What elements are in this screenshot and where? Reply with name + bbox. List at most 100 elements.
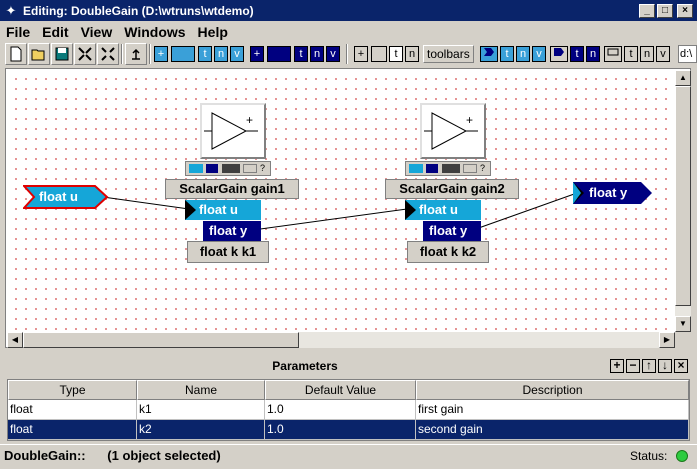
cell-default[interactable]: 1.0 xyxy=(265,420,416,440)
up-icon[interactable] xyxy=(125,43,147,65)
output-v-button[interactable]: v xyxy=(326,46,340,62)
gain2-out-port-label: float y xyxy=(429,223,468,238)
close-parameters-button[interactable]: × xyxy=(674,359,688,373)
blue-t-button[interactable]: t xyxy=(500,46,514,62)
status-message: DoubleGain:: (1 object selected) xyxy=(4,448,221,463)
title-bar: ✦ Editing: DoubleGain (D:\wtruns\wtdemo)… xyxy=(0,0,697,21)
add-output-button[interactable]: + xyxy=(250,46,264,62)
new-icon[interactable] xyxy=(5,43,27,65)
navy-port-icon[interactable] xyxy=(550,46,568,62)
wt-icon[interactable]: ✦ xyxy=(3,3,19,19)
column-header-name[interactable]: Name xyxy=(137,380,265,400)
gain1-out-port[interactable]: float y xyxy=(203,221,261,241)
gain1-in-port[interactable]: float u xyxy=(185,200,261,220)
cell-description[interactable]: second gain xyxy=(416,420,689,440)
horizontal-scroll-thumb[interactable] xyxy=(23,332,299,348)
gain2-out-port[interactable]: float y xyxy=(423,221,481,241)
grey-t-button[interactable]: t xyxy=(624,46,638,62)
add-param-button[interactable]: + xyxy=(354,46,368,62)
gain1-icon[interactable]: + xyxy=(200,103,266,159)
vertical-scrollbar[interactable]: ▲ ▼ xyxy=(675,70,691,332)
status-label: Status: xyxy=(630,449,668,463)
blue-port-icon[interactable] xyxy=(480,46,498,62)
scrollbar-corner xyxy=(675,332,691,348)
gain1-port-bar[interactable]: ? xyxy=(185,161,271,176)
maximize-button[interactable]: □ xyxy=(657,3,673,18)
gain1-out-port-label: float y xyxy=(209,223,248,238)
param-n-button[interactable]: n xyxy=(405,46,419,62)
scroll-right-icon[interactable]: ▶ xyxy=(659,332,675,348)
gain2-help-icon[interactable]: ? xyxy=(480,162,485,175)
wire-gain1-to-gain2[interactable] xyxy=(252,208,408,231)
window-title: Editing: DoubleGain (D:\wtruns\wtdemo) xyxy=(23,3,254,18)
gain-triangle-icon xyxy=(204,112,258,150)
save-icon[interactable] xyxy=(51,43,73,65)
add-input-button[interactable]: + xyxy=(154,46,168,62)
gain2-name[interactable]: ScalarGain gain2 xyxy=(385,179,519,199)
grey-v-button[interactable]: v xyxy=(656,46,670,62)
param-icon[interactable] xyxy=(371,46,387,62)
output-port-icon[interactable] xyxy=(267,46,291,62)
gain2-port-bar[interactable]: ? xyxy=(405,161,491,176)
gain2-param[interactable]: float k k2 xyxy=(407,241,489,263)
grey-port-icon[interactable] xyxy=(604,46,622,62)
input-v-button[interactable]: v xyxy=(230,46,244,62)
column-header-default[interactable]: Default Value xyxy=(265,380,416,400)
output-n-button[interactable]: n xyxy=(310,46,324,62)
menu-help[interactable]: Help xyxy=(198,24,228,40)
input-port-u-label: float u xyxy=(39,189,78,204)
gain2-plus-sign: + xyxy=(466,113,474,127)
column-header-description[interactable]: Description xyxy=(416,380,689,400)
expand-icon[interactable] xyxy=(97,43,119,65)
input-t-button[interactable]: t xyxy=(198,46,212,62)
cell-type[interactable]: float xyxy=(8,400,137,420)
scroll-left-icon[interactable]: ◀ xyxy=(7,332,23,348)
move-up-button[interactable]: ↑ xyxy=(642,359,656,373)
move-down-button[interactable]: ↓ xyxy=(658,359,672,373)
gain1-help-icon[interactable]: ? xyxy=(260,162,265,175)
remove-parameter-button[interactable]: − xyxy=(626,359,640,373)
param-t-button[interactable]: t xyxy=(389,46,403,62)
toolbar: + t n v + t n v + t n toolbars t n v t n… xyxy=(0,42,697,66)
gain2-icon[interactable]: + xyxy=(420,103,486,159)
parameters-title: Parameters xyxy=(272,359,338,373)
grey-n-button[interactable]: n xyxy=(640,46,654,62)
open-icon[interactable] xyxy=(28,43,50,65)
menu-file[interactable]: File xyxy=(6,24,30,40)
menu-view[interactable]: View xyxy=(81,24,113,40)
blue-n-button[interactable]: n xyxy=(516,46,530,62)
input-port-icon[interactable] xyxy=(171,46,195,62)
toolbars-button[interactable]: toolbars xyxy=(423,45,474,63)
path-field[interactable]: d:\ xyxy=(678,45,697,63)
gain2-in-port[interactable]: float u xyxy=(405,200,481,220)
add-parameter-button[interactable]: + xyxy=(610,359,624,373)
gain1-param[interactable]: float k k1 xyxy=(187,241,269,263)
cell-name[interactable]: k1 xyxy=(137,400,265,420)
menu-windows[interactable]: Windows xyxy=(124,24,185,40)
output-t-button[interactable]: t xyxy=(294,46,308,62)
minimize-button[interactable]: _ xyxy=(639,3,655,18)
shrink-icon[interactable] xyxy=(74,43,96,65)
status-led-icon xyxy=(676,450,688,462)
column-header-type[interactable]: Type xyxy=(8,380,137,400)
input-n-button[interactable]: n xyxy=(214,46,228,62)
output-port-y-label: float y xyxy=(589,185,628,200)
close-button[interactable]: × xyxy=(677,3,693,18)
diagram-canvas[interactable]: float u float y + ? ScalarGain gain1 flo… xyxy=(7,70,675,332)
navy-t-button[interactable]: t xyxy=(570,46,584,62)
navy-n-button[interactable]: n xyxy=(586,46,600,62)
blue-v-button[interactable]: v xyxy=(532,46,546,62)
cell-type[interactable]: float xyxy=(8,420,137,440)
horizontal-scrollbar[interactable]: ◀ ▶ xyxy=(7,332,675,348)
cell-name[interactable]: k2 xyxy=(137,420,265,440)
menu-edit[interactable]: Edit xyxy=(42,24,68,40)
cell-default[interactable]: 1.0 xyxy=(265,400,416,420)
scroll-up-icon[interactable]: ▲ xyxy=(675,70,691,86)
status-bar: DoubleGain:: (1 object selected) Status: xyxy=(0,444,697,466)
vertical-scroll-thumb[interactable] xyxy=(675,86,691,306)
gain-triangle-icon xyxy=(424,112,478,150)
scroll-down-icon[interactable]: ▼ xyxy=(675,316,691,332)
cell-description[interactable]: first gain xyxy=(416,400,689,420)
gain1-name[interactable]: ScalarGain gain1 xyxy=(165,179,299,199)
gain1-plus-sign: + xyxy=(246,113,254,127)
